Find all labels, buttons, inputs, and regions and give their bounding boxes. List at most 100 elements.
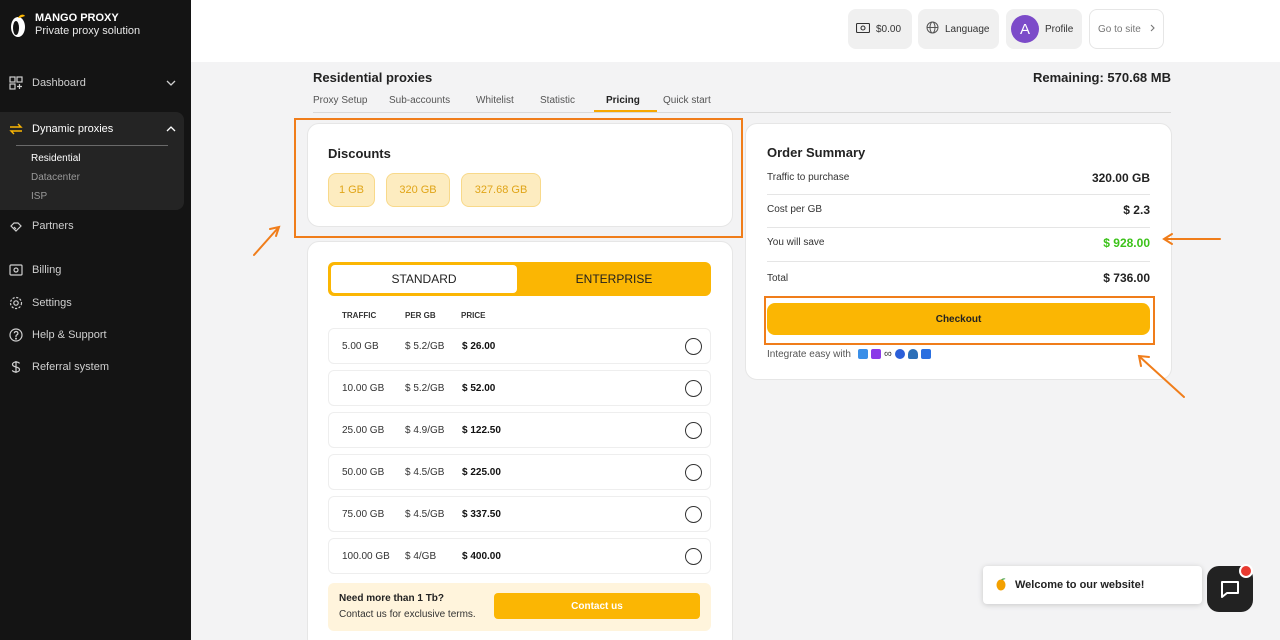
traffic-value: 320.00 GB [1091,171,1150,185]
table-row[interactable]: 75.00 GB $ 4.5/GB $ 337.50 [328,496,711,532]
table-row[interactable]: 5.00 GB $ 5.2/GB $ 26.00 [328,328,711,364]
sidebar-item-label: Referral system [32,361,110,373]
integration-icon[interactable] [894,349,905,359]
annotation-arrow [253,227,279,256]
language-label: Language [945,23,990,35]
sidebar-item-label: Help & Support [32,329,107,341]
sidebar-item-settings[interactable]: Settings [8,292,184,314]
tab-quick-start[interactable]: Quick start [663,95,711,106]
profile-label: Profile [1045,23,1074,35]
gear-icon [8,295,24,311]
avatar: A [1011,15,1039,43]
wallet-icon [8,262,24,278]
cost-label: Cost per GB [767,204,823,215]
more-subtitle: Contact us for exclusive terms. [339,609,476,620]
sidebar-item-dynamic-proxies[interactable]: Dynamic proxies [8,118,184,140]
radio-button[interactable] [685,548,702,565]
sidebar-item-help[interactable]: Help & Support [8,324,184,346]
tab-sub-accounts[interactable]: Sub-accounts [389,95,450,106]
chevron-down-icon [166,77,176,89]
traffic-label: Traffic to purchase [767,172,850,183]
divider [16,145,168,146]
enterprise-contact-box: Need more than 1 Tb? Contact us for excl… [328,583,711,631]
more-title: Need more than 1 Tb? [339,593,445,604]
sidebar-item-partners[interactable]: Partners [8,215,184,237]
price-cell: $ 400.00 [462,551,501,562]
top-bar: $0.00 Language A Profile Go to site [191,0,1280,62]
profile-button[interactable]: A Profile [1006,9,1082,49]
price-cell: $ 337.50 [462,509,501,520]
table-row[interactable]: 50.00 GB $ 4.5/GB $ 225.00 [328,454,711,490]
integration-icon[interactable] [857,349,868,359]
handshake-icon [8,218,24,234]
radio-button[interactable] [685,506,702,523]
integration-icon[interactable] [920,349,931,359]
divider [767,227,1150,228]
brand[interactable]: MANGO PROXY Private proxy solution [9,12,140,38]
remaining-traffic: Remaining: 570.68 MB [1033,70,1171,85]
traffic-cell: 25.00 GB [342,425,385,436]
balance-button[interactable]: $0.00 [848,9,912,49]
sidebar-item-label: Dynamic proxies [32,123,114,135]
traffic-cell: 100.00 GB [342,551,390,562]
go-to-site-label: Go to site [1098,23,1141,35]
money-icon [855,22,871,36]
globe-icon [926,21,939,37]
sidebar-item-label: Partners [32,220,74,232]
tab-pricing[interactable]: Pricing [606,95,640,106]
column-header: TRAFFIC [342,311,377,320]
plan-enterprise-button[interactable]: ENTERPRISE [520,265,708,293]
per-gb-cell: $ 4.5/GB [405,509,445,520]
per-gb-cell: $ 5.2/GB [405,383,445,394]
go-to-site-button[interactable]: Go to site [1089,9,1164,49]
annotation-highlight-discounts [294,118,743,238]
integrate-label: Integrate easy with [767,348,851,360]
active-tab-indicator [594,110,657,112]
table-row[interactable]: 10.00 GB $ 5.2/GB $ 52.00 [328,370,711,406]
per-gb-cell: $ 4/GB [405,551,437,562]
radio-button[interactable] [685,422,702,439]
mango-logo-icon [995,577,1007,594]
integration-icon[interactable] [907,349,918,359]
traffic-cell: 75.00 GB [342,509,385,520]
divider [767,261,1150,262]
chevron-up-icon [166,123,176,135]
tab-bar: Proxy Setup Sub-accounts Whitelist Stati… [313,95,1171,113]
total-value: $ 736.00 [1103,271,1150,285]
table-row[interactable]: 100.00 GB $ 4/GB $ 400.00 [328,538,711,574]
sidebar-subitem-datacenter[interactable]: Datacenter [31,172,80,183]
sidebar-item-referral[interactable]: Referral system [8,356,184,378]
column-header: PER GB [405,311,436,320]
per-gb-cell: $ 4.9/GB [405,425,445,436]
tab-statistic[interactable]: Statistic [540,95,575,106]
price-cell: $ 122.50 [462,425,501,436]
traffic-cell: 10.00 GB [342,383,385,394]
plan-standard-button[interactable]: STANDARD [331,265,517,293]
tab-proxy-setup[interactable]: Proxy Setup [313,95,367,106]
radio-button[interactable] [685,464,702,481]
sidebar-item-label: Settings [32,297,72,309]
chat-welcome-bubble[interactable]: Welcome to our website! [983,566,1202,604]
contact-us-button[interactable]: Contact us [494,593,700,619]
help-circle-icon [8,327,24,343]
sidebar-item-dashboard[interactable]: Dashboard [8,72,184,94]
swap-arrows-icon [8,121,24,137]
per-gb-cell: $ 5.2/GB [405,341,445,352]
sidebar-subitem-isp[interactable]: ISP [31,191,47,202]
sidebar-item-billing[interactable]: Billing [8,259,184,281]
radio-button[interactable] [685,380,702,397]
tab-whitelist[interactable]: Whitelist [476,95,514,106]
sidebar-item-label: Billing [32,264,62,276]
radio-button[interactable] [685,338,702,355]
language-button[interactable]: Language [918,9,999,49]
integration-icon[interactable] [870,349,881,359]
price-cell: $ 52.00 [462,383,496,394]
integrations-row: Integrate easy with ∞ [767,348,931,360]
infinity-icon[interactable]: ∞ [884,348,892,360]
chat-welcome-text: Welcome to our website! [1015,579,1145,591]
table-row[interactable]: 25.00 GB $ 4.9/GB $ 122.50 [328,412,711,448]
dashboard-icon [8,75,24,91]
sidebar-subitem-residential[interactable]: Residential [31,153,80,164]
page-title: Residential proxies [313,70,433,85]
column-header: PRICE [461,311,486,320]
